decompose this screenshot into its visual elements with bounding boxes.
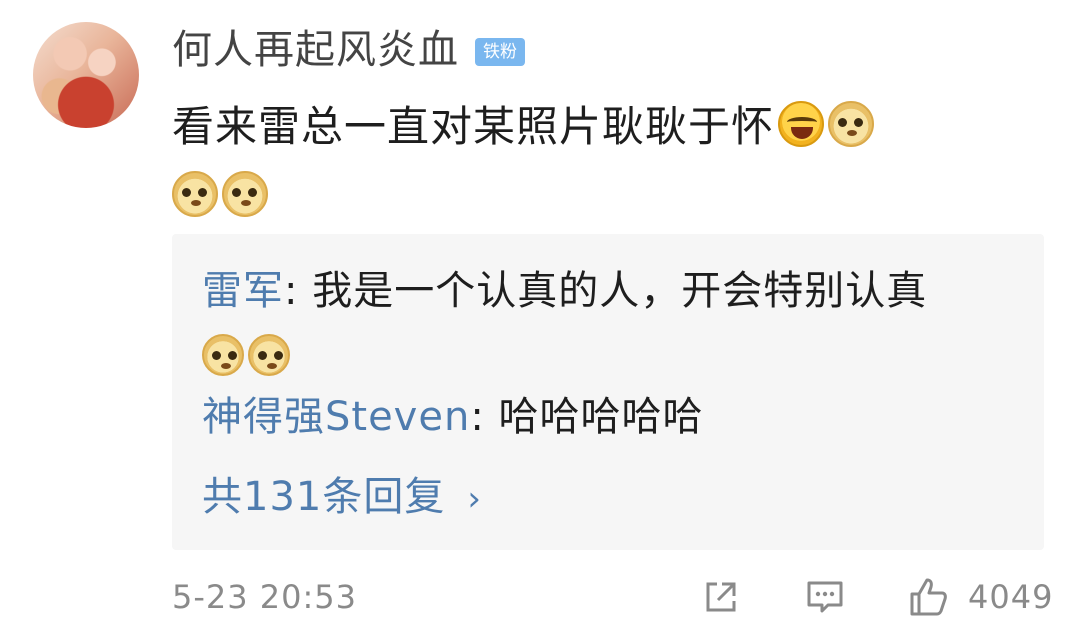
reply-author[interactable]: 神得强Steven <box>202 394 470 440</box>
reply-preview-box[interactable]: 雷军: 我是一个认真的人，开会特别认真 神得强Steven: 哈哈哈哈哈 共13… <box>172 234 1044 550</box>
timestamp: 5-23 20:53 <box>172 578 358 616</box>
comment-body: 看来雷总一直对某照片耿耿于怀 <box>172 102 775 151</box>
doge-emoji-icon <box>172 171 218 217</box>
like-icon[interactable] <box>908 576 950 618</box>
fan-badge[interactable]: 铁粉 <box>475 38 525 66</box>
like-count: 4049 <box>968 578 1054 616</box>
share-icon[interactable] <box>700 576 742 618</box>
comment-icon[interactable] <box>804 576 846 618</box>
reply-text: 哈哈哈哈哈 <box>498 394 704 440</box>
doge-emoji-icon <box>202 334 244 376</box>
doge-emoji-icon <box>222 171 268 217</box>
reply-item[interactable]: 神得强Steven: 哈哈哈哈哈 <box>202 384 704 450</box>
view-all-replies-link[interactable]: 共131条回复 › <box>202 464 482 532</box>
reply-text: 我是一个认真的人，开会特别认真 <box>312 268 928 314</box>
doge-emoji-icon <box>828 101 875 147</box>
comment-header: 何人再起风炎血 铁粉 <box>172 22 525 78</box>
reply-separator: : <box>284 268 313 314</box>
reply-item[interactable]: 雷军: 我是一个认真的人，开会特别认真 <box>202 258 927 390</box>
laugh-cry-emoji-icon <box>778 101 825 147</box>
doge-emoji-icon <box>248 334 290 376</box>
reply-author[interactable]: 雷军 <box>202 268 284 314</box>
reply-separator: : <box>470 394 499 440</box>
chevron-right-icon: › <box>467 479 482 519</box>
comment-footer: 5-23 20:53 4049 <box>172 570 1052 624</box>
comment-text: 看来雷总一直对某照片耿耿于怀 <box>172 92 1032 232</box>
replies-count-label: 共131条回复 <box>202 474 446 520</box>
username[interactable]: 何人再起风炎血 <box>172 22 459 78</box>
avatar[interactable] <box>33 22 139 128</box>
